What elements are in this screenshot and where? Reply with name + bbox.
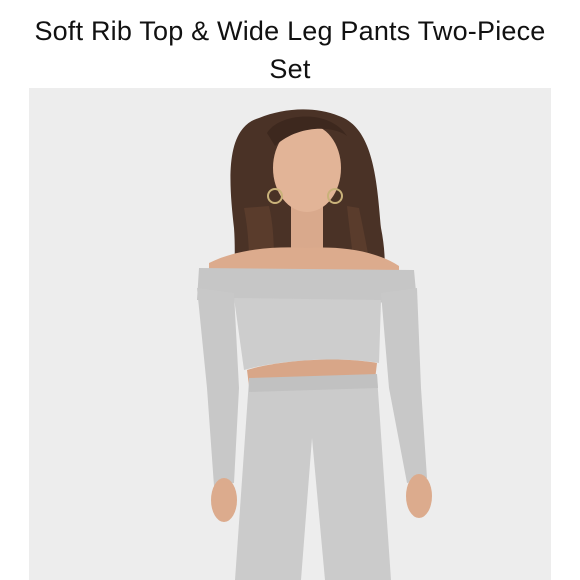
model-illustration — [29, 88, 551, 580]
product-title: Soft Rib Top & Wide Leg Pants Two-Piece … — [34, 16, 546, 84]
product-photo[interactable] — [29, 88, 551, 580]
product-page: Soft Rib Top & Wide Leg Pants Two-Piece … — [0, 0, 580, 580]
